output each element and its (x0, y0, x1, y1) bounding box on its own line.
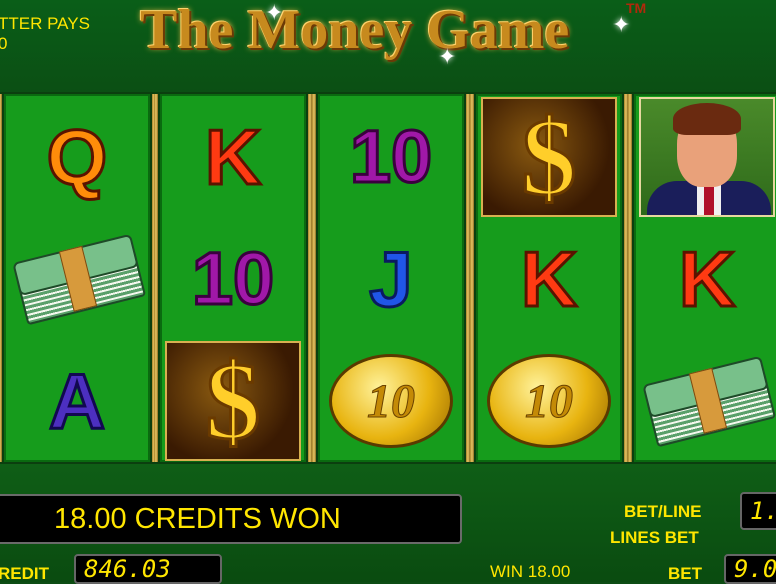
reel-symbol: $ (476, 96, 622, 218)
cash-bundle-icon (642, 355, 776, 448)
reel-symbol: K (476, 218, 622, 340)
symbol-label: 10 (348, 115, 433, 198)
symbol-label: K (203, 113, 262, 201)
game-title: The Money Game (140, 0, 570, 61)
bet-line-label: BET/LINE (624, 502, 702, 521)
reel-symbol: $ (160, 340, 306, 462)
symbol-label: K (677, 235, 736, 323)
scatter-pays-value: 0 (0, 34, 8, 53)
symbol-label: 10 (190, 237, 275, 320)
credit-value: 846.03 (74, 554, 222, 584)
scatter-pays-label: TTER PAYS (0, 14, 90, 33)
symbol-label: Q (45, 113, 109, 201)
reel-4: $ K 10 (470, 94, 628, 462)
header-bar: TTER PAYS 0 The Money Game TM ✦ ✦ ✦ (0, 0, 776, 92)
reel-symbol: K (634, 218, 776, 340)
sparkle-icon: ✦ (265, 0, 284, 25)
win-message: 18.00 CREDITS WON (0, 494, 462, 544)
reel-symbol (4, 218, 150, 340)
bet-line-value[interactable]: 1.0 (740, 492, 776, 530)
dollar-icon: $ (520, 96, 578, 218)
cash-bundle-icon (12, 233, 147, 326)
coin-icon: 10 (329, 354, 453, 448)
symbol-label: J (368, 235, 414, 323)
reel-symbol: J (318, 218, 464, 340)
bet-label: BET (668, 564, 702, 583)
reel-symbol: Q (4, 96, 150, 218)
reel-1: QA (0, 94, 156, 462)
control-panel: 18.00 CREDITS WON BET/LINE 1.0 LINES BET… (0, 464, 776, 584)
symbol-label: K (519, 235, 578, 323)
reel-symbol: A (4, 340, 150, 462)
win-amount: WIN 18.00 (490, 562, 571, 581)
bet-value[interactable]: 9.0 (724, 554, 776, 584)
credit-label: REDIT (0, 564, 49, 583)
dollar-symbol: $ (481, 97, 617, 217)
reel-3: 10 J 10 (312, 94, 470, 462)
reel-symbol: 10 (318, 96, 464, 218)
dollar-icon: $ (204, 340, 262, 462)
reel-symbol: K (160, 96, 306, 218)
reel-2: K 10 $ (154, 94, 312, 462)
scatter-pays-info: TTER PAYS 0 (0, 14, 90, 54)
dollar-symbol: $ (165, 341, 301, 461)
reel-symbol (634, 340, 776, 462)
lines-bet-label: LINES BET (610, 528, 699, 547)
reel-symbol (634, 96, 776, 218)
symbol-label: A (47, 357, 106, 445)
reel-symbol: 10 (160, 218, 306, 340)
man-portrait-icon (639, 97, 775, 217)
sparkle-icon: ✦ (438, 44, 457, 69)
sparkle-icon: ✦ (612, 12, 631, 37)
reel-symbol: 10 (318, 340, 464, 462)
coin-icon: 10 (487, 354, 611, 448)
reel-symbol: 10 (476, 340, 622, 462)
reel-area: Q A K 10 $10 J 10 $ K 10 K (0, 92, 776, 464)
coin-label: 10 (367, 374, 416, 428)
reel-5: K (628, 94, 776, 462)
coin-label: 10 (525, 374, 574, 428)
